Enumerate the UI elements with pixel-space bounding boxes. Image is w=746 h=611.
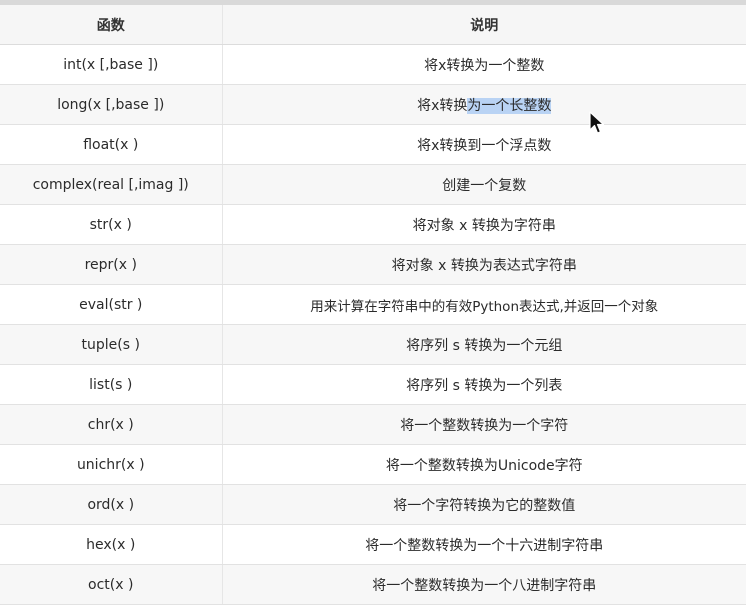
table-row: long(x [,base ]) 将x转换为一个长整数	[0, 84, 746, 125]
table-row: eval(str ) 用来计算在字符串中的有效Python表达式,并返回一个对象	[0, 284, 746, 325]
table-row: list(s ) 将序列 s 转换为一个列表	[0, 364, 746, 405]
table-header-row: 函数 说明	[0, 5, 746, 45]
function-cell: float(x )	[0, 124, 223, 165]
table-row: unichr(x ) 将一个整数转换为Unicode字符	[0, 444, 746, 485]
function-cell: str(x )	[0, 204, 223, 245]
description-text: 将x转换	[417, 97, 468, 114]
description-cell: 将x转换到一个浮点数	[222, 124, 746, 165]
table-row: tuple(s ) 将序列 s 转换为一个元组	[0, 324, 746, 365]
selected-text[interactable]: 为一个长整数	[467, 97, 552, 114]
function-cell: chr(x )	[0, 404, 223, 445]
table-row: str(x ) 将对象 x 转换为字符串	[0, 204, 746, 245]
table-row: ord(x ) 将一个字符转换为它的整数值	[0, 484, 746, 525]
table-row: float(x ) 将x转换到一个浮点数	[0, 124, 746, 165]
column-header-description: 说明	[222, 5, 746, 45]
description-cell: 将一个整数转换为一个十六进制字符串	[222, 524, 746, 565]
function-cell: hex(x )	[0, 524, 223, 565]
function-cell: int(x [,base ])	[0, 44, 223, 85]
function-cell: tuple(s )	[0, 324, 223, 365]
mouse-pointer-icon	[589, 111, 605, 134]
function-cell: complex(real [,imag ])	[0, 164, 223, 205]
function-table: 函数 说明 int(x [,base ]) 将x转换为一个整数 long(x […	[0, 5, 746, 605]
description-cell: 将一个整数转换为一个八进制字符串	[222, 564, 746, 605]
description-cell: 将一个整数转换为Unicode字符	[222, 444, 746, 485]
table-row: int(x [,base ]) 将x转换为一个整数	[0, 44, 746, 85]
table-row: oct(x ) 将一个整数转换为一个八进制字符串	[0, 564, 746, 605]
function-cell: repr(x )	[0, 244, 223, 285]
function-cell: long(x [,base ])	[0, 84, 223, 125]
function-cell: unichr(x )	[0, 444, 223, 485]
function-cell: oct(x )	[0, 564, 223, 605]
table-row: repr(x ) 将对象 x 转换为表达式字符串	[0, 244, 746, 285]
description-cell: 将x转换为一个长整数	[222, 84, 746, 125]
description-cell: 将序列 s 转换为一个元组	[222, 324, 746, 365]
table-row: hex(x ) 将一个整数转换为一个十六进制字符串	[0, 524, 746, 565]
description-cell: 将对象 x 转换为表达式字符串	[222, 244, 746, 285]
description-cell: 将对象 x 转换为字符串	[222, 204, 746, 245]
table-row: complex(real [,imag ]) 创建一个复数	[0, 164, 746, 205]
description-cell: 用来计算在字符串中的有效Python表达式,并返回一个对象	[222, 284, 746, 325]
description-cell: 将序列 s 转换为一个列表	[222, 364, 746, 405]
description-cell: 创建一个复数	[222, 164, 746, 205]
description-cell: 将一个字符转换为它的整数值	[222, 484, 746, 525]
column-header-function: 函数	[0, 5, 223, 45]
function-cell: eval(str )	[0, 284, 223, 325]
description-cell: 将x转换为一个整数	[222, 44, 746, 85]
description-cell: 将一个整数转换为一个字符	[222, 404, 746, 445]
function-cell: list(s )	[0, 364, 223, 405]
table-row: chr(x ) 将一个整数转换为一个字符	[0, 404, 746, 445]
function-cell: ord(x )	[0, 484, 223, 525]
